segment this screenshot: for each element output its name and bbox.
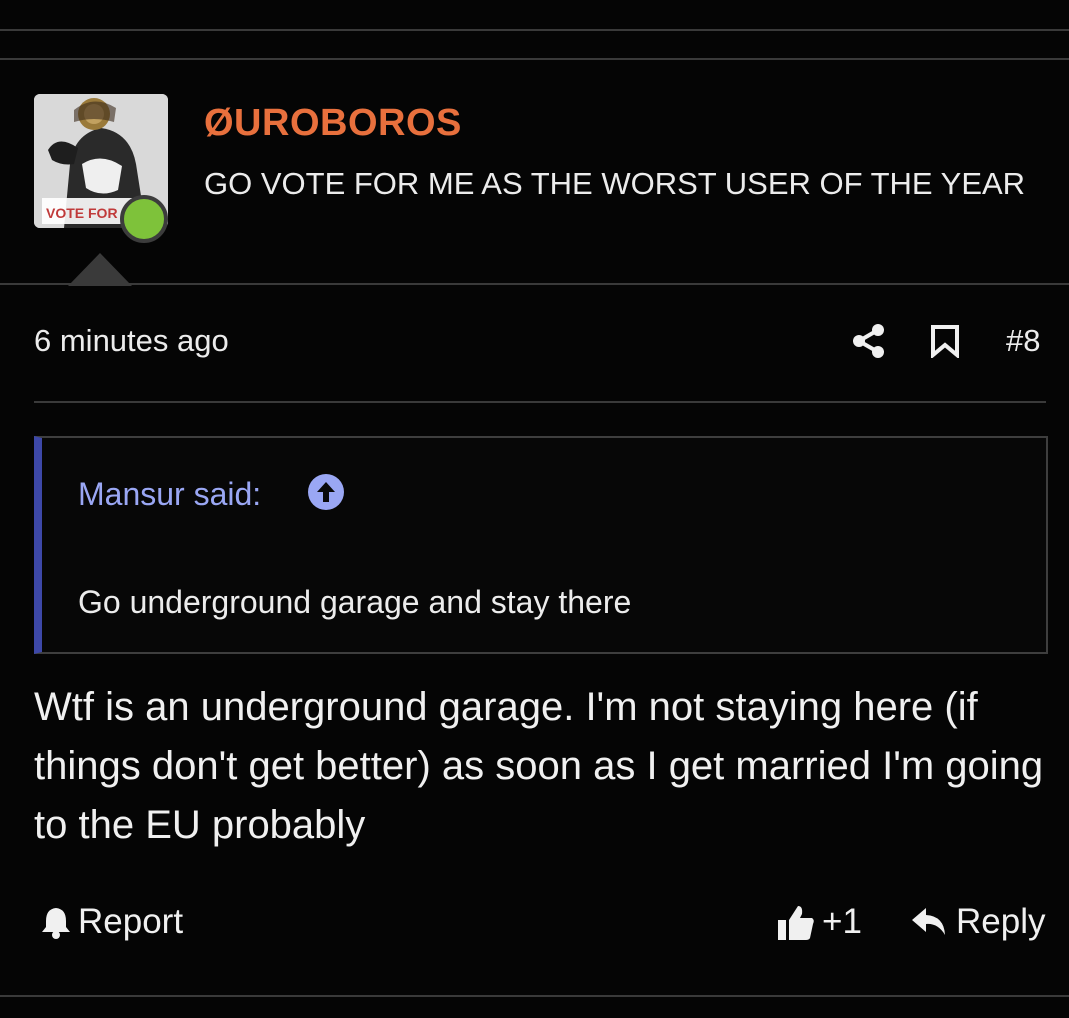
quote-author[interactable]: Mansur said:	[78, 476, 261, 513]
reply-label: Reply	[956, 902, 1046, 941]
report-label: Report	[78, 902, 184, 941]
quote-text: Go underground garage and stay there	[78, 584, 632, 620]
jump-to-quote-icon[interactable]	[308, 474, 344, 510]
post-top-divider	[0, 58, 1069, 60]
bell-icon	[42, 908, 70, 939]
reply-button[interactable]: Reply	[910, 902, 1045, 942]
meta-divider	[34, 401, 1046, 403]
thumbs-up-icon	[778, 906, 814, 940]
quote-block: Mansur said: Go underground garage and s…	[34, 436, 1048, 654]
bottom-divider	[0, 995, 1069, 997]
post-number-link[interactable]: #8	[1006, 323, 1040, 359]
bookmark-icon[interactable]	[930, 324, 960, 358]
user-title: GO VOTE FOR ME AS THE WORST USER OF THE …	[204, 166, 1026, 201]
reply-icon	[912, 908, 945, 935]
like-count: +1	[822, 902, 862, 941]
report-button[interactable]: Report	[40, 902, 183, 942]
header-divider	[0, 283, 1069, 285]
username[interactable]: ØUROBOROS	[204, 102, 462, 145]
post-body: Wtf is an underground garage. I'm not st…	[34, 685, 1044, 847]
user-card-pointer	[68, 253, 132, 286]
post-container: VOTE FOR M ØUROBOROS GO VOTE FOR ME AS T…	[0, 0, 1069, 1018]
share-icon[interactable]	[852, 323, 886, 359]
like-button[interactable]: +1	[776, 902, 862, 942]
top-divider	[0, 29, 1069, 31]
post-timestamp[interactable]: 6 minutes ago	[34, 323, 229, 359]
online-status-indicator	[120, 195, 168, 243]
